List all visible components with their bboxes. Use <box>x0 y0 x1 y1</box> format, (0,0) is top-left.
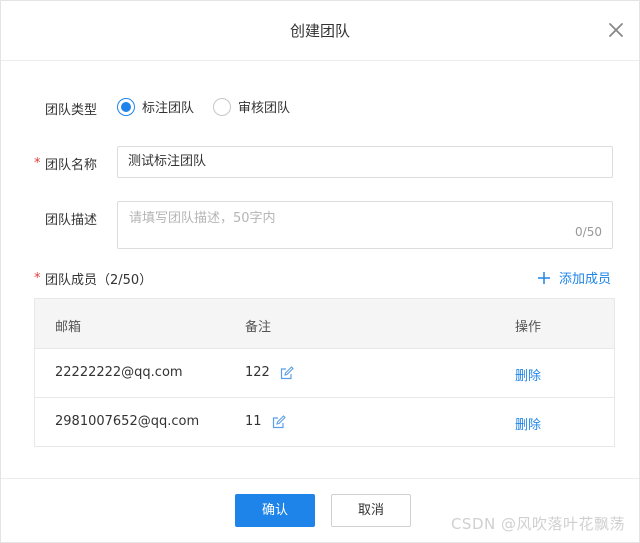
radio-annotation-team[interactable]: 标注团队 <box>117 97 194 116</box>
header-email: 邮箱 <box>55 320 82 335</box>
header-action: 操作 <box>515 320 542 335</box>
radio-review-team-circle[interactable] <box>213 97 231 116</box>
radio-annotation-team-label: 标注团队 <box>142 101 195 116</box>
confirm-button[interactable]: 确认 <box>235 494 315 527</box>
row-email: 2981007652@qq.com <box>55 414 200 429</box>
team-desc-placeholder: 请填写团队描述，50字内 <box>129 211 276 226</box>
required-mark: * <box>34 156 41 171</box>
row-note: 11 <box>245 414 286 429</box>
required-mark: * <box>34 271 41 286</box>
add-member-label: 添加成员 <box>558 272 611 287</box>
edit-icon[interactable] <box>272 414 286 429</box>
team-name-input[interactable]: 测试标注团队 <box>117 146 613 178</box>
add-member-button[interactable]: 添加成员 <box>537 268 611 287</box>
plus-icon <box>537 271 550 284</box>
header-note: 备注 <box>245 320 272 335</box>
radio-review-team-label: 审核团队 <box>238 101 291 116</box>
create-team-dialog: 创建团队 团队类型 标注团队 审核团队 * 团队名称 测试标注团队 团队描述 请… <box>0 0 640 543</box>
row-email: 22222222@qq.com <box>55 365 183 380</box>
delete-link[interactable]: 删除 <box>515 414 541 433</box>
team-members-label: 团队成员（2/50） <box>45 273 153 288</box>
close-icon[interactable] <box>607 21 625 39</box>
dialog-header: 创建团队 <box>1 1 639 61</box>
row-note: 122 <box>245 365 294 380</box>
radio-annotation-team-circle[interactable] <box>117 97 135 116</box>
team-type-label: 团队类型 <box>45 103 98 118</box>
radio-review-team[interactable]: 审核团队 <box>213 97 290 116</box>
dialog-title: 创建团队 <box>289 22 350 40</box>
team-desc-label: 团队描述 <box>45 213 98 228</box>
watermark: CSDN @风吹落叶花飘荡 <box>450 515 625 533</box>
table-row: 2981007652@qq.com 11 删除 <box>35 398 614 447</box>
row-note-text: 11 <box>245 414 262 429</box>
cancel-button[interactable]: 取消 <box>331 494 411 527</box>
team-desc-textarea[interactable]: 请填写团队描述，50字内 0/50 <box>117 201 613 249</box>
edit-icon[interactable] <box>280 365 294 380</box>
table-row: 22222222@qq.com 122 删除 <box>35 349 614 398</box>
table-header: 邮箱 备注 操作 <box>35 299 614 349</box>
team-desc-char-count: 0/50 <box>575 225 602 239</box>
team-name-label: 团队名称 <box>45 158 98 173</box>
row-note-text: 122 <box>245 365 270 380</box>
members-table: 邮箱 备注 操作 22222222@qq.com 122 删除 29810076… <box>34 298 615 447</box>
delete-link[interactable]: 删除 <box>515 365 541 384</box>
